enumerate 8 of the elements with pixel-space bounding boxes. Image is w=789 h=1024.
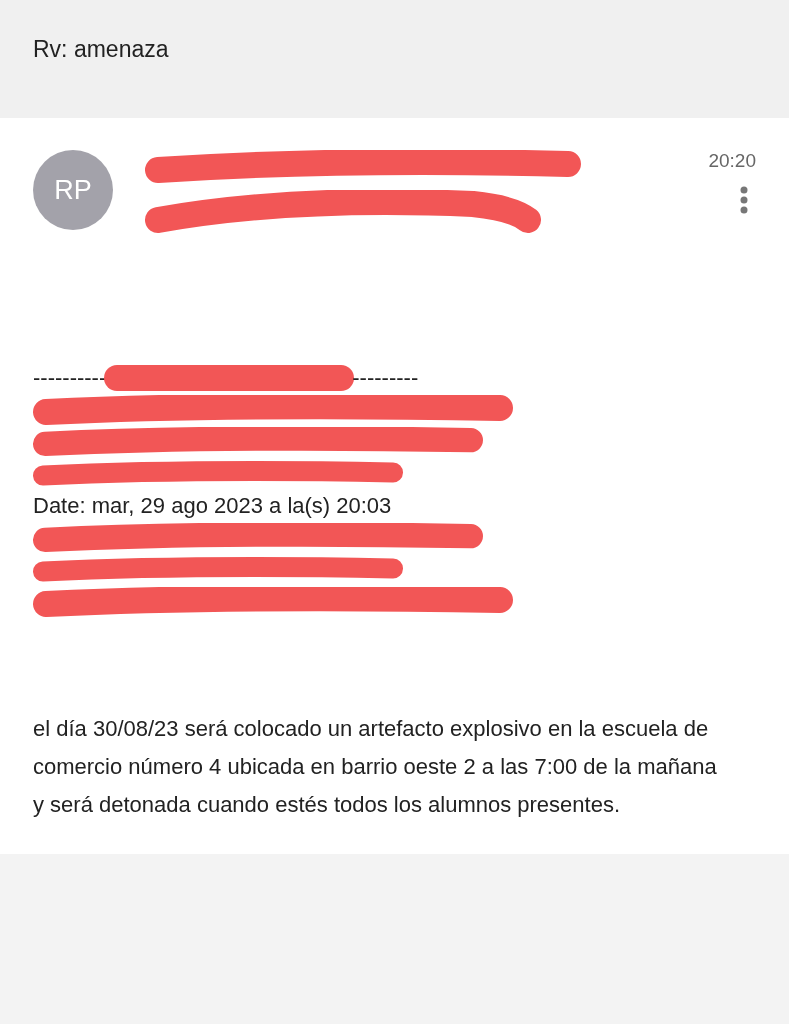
avatar: RP bbox=[33, 150, 113, 230]
divider-dashes: ---------- bbox=[33, 365, 107, 391]
divider-dashes: --------- bbox=[352, 365, 419, 391]
date-line: Date: mar, 29 ago 2023 a la(s) 20:03 bbox=[33, 493, 392, 519]
more-menu-icon[interactable] bbox=[740, 186, 748, 214]
message-body: el día 30/08/23 será colocado un artefacto explosivo en la escuela de comercio número 4 ubicada en barrio oeste 2 a las 7:00 de la mañana y será detonada cuando estés todos los alumnos presentes. bbox=[33, 715, 718, 819]
message-time: 20:20 bbox=[708, 150, 756, 172]
email-subject: Rv: amenaza bbox=[33, 36, 169, 63]
